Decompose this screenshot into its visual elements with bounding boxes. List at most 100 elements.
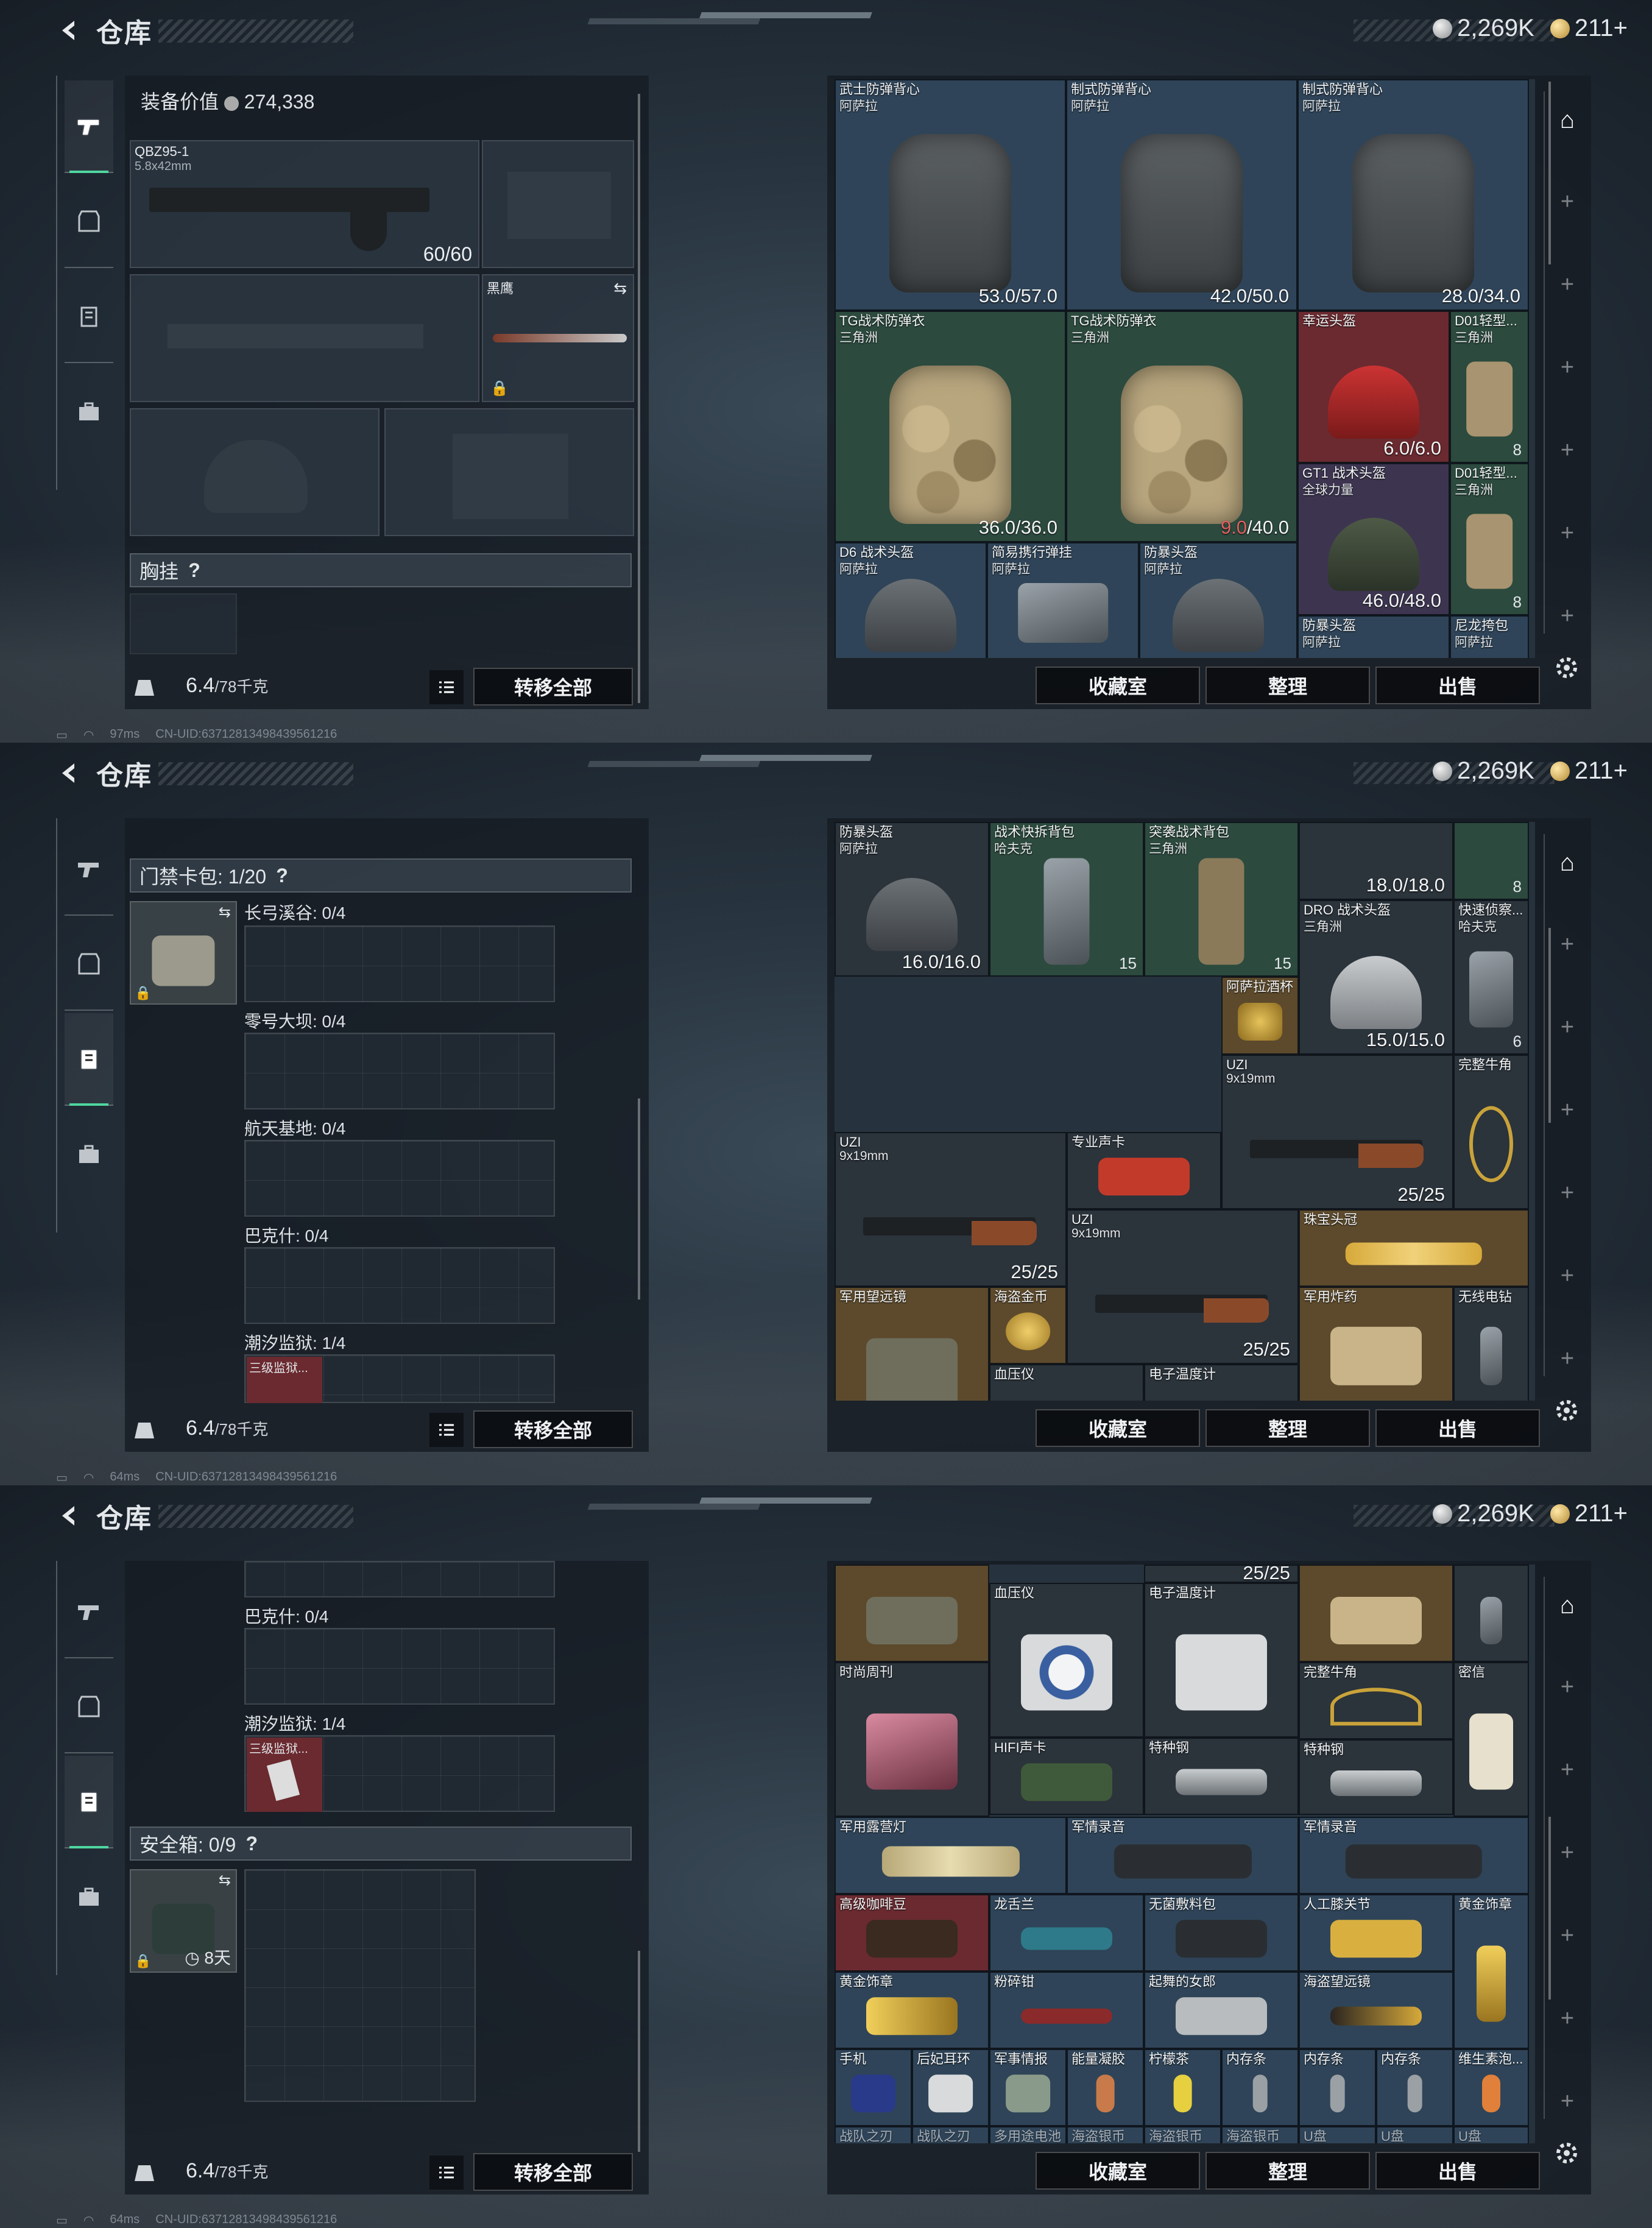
helmet-slot[interactable] — [130, 408, 379, 536]
help-icon[interactable]: ? — [241, 1833, 263, 1855]
swap-icon[interactable]: ⇆ — [219, 1872, 231, 1889]
sort-button[interactable]: 整理 — [1205, 2152, 1370, 2190]
item-cell[interactable]: 珠宝头冠 — [1299, 1209, 1529, 1287]
item-cell[interactable]: 密信 — [1453, 1662, 1529, 1817]
add-page-icon[interactable]: + — [1548, 266, 1586, 303]
item-cell[interactable]: DRO 战术头盔 三角洲 15.0/15.0 — [1299, 900, 1453, 1055]
secondary-weapon-slot[interactable] — [130, 274, 479, 402]
item-cell[interactable]: 军用望远镜 — [835, 1287, 989, 1401]
item-cell[interactable]: 特种钢 — [1144, 1738, 1299, 1815]
item-cell[interactable]: 海盗望远镜 — [1299, 1972, 1453, 2049]
item-cell[interactable]: 完整牛角 — [1453, 1055, 1529, 1209]
item-cell[interactable]: 8 — [1453, 822, 1529, 900]
item-cell[interactable]: 海盗银币 — [1144, 2126, 1221, 2143]
warehouse-home-icon[interactable]: ⌂ — [1548, 844, 1586, 882]
tab-backpack[interactable] — [65, 271, 113, 363]
add-page-icon[interactable]: + — [1548, 1834, 1586, 1872]
item-cell[interactable]: 军用炸药 — [1299, 1287, 1453, 1401]
item-cell[interactable] — [1299, 1565, 1453, 1662]
item-cell[interactable]: 时尚周刊 — [835, 1662, 989, 1817]
warehouse-home-icon[interactable]: ⌂ — [1548, 101, 1586, 139]
keycard-item[interactable]: 三级监狱... — [247, 1738, 322, 1812]
add-page-icon[interactable]: + — [1548, 2082, 1586, 2120]
transfer-all-button[interactable]: 转移全部 — [473, 2153, 633, 2191]
item-cell[interactable]: UZI 9x19mm 25/25 — [835, 1132, 1067, 1287]
melee-slot[interactable]: 黑鹰 ⇆ 🔒 — [482, 274, 634, 402]
keycard-grid[interactable]: 三级监狱... — [244, 1354, 555, 1403]
item-cell[interactable] — [1453, 1565, 1529, 1662]
add-page-icon[interactable]: + — [1548, 1668, 1586, 1706]
sell-button[interactable]: 出售 — [1375, 2152, 1540, 2190]
item-cell[interactable]: 无线电钻 — [1453, 1287, 1529, 1401]
add-page-icon[interactable]: + — [1548, 183, 1586, 221]
item-cell[interactable]: 完整牛角 — [1299, 1662, 1453, 1739]
transfer-all-button[interactable]: 转移全部 — [473, 668, 633, 706]
item-cell[interactable]: 电子温度计 — [1144, 1583, 1299, 1738]
item-cell[interactable]: 内存条 — [1376, 2049, 1453, 2126]
help-icon[interactable]: ? — [183, 559, 205, 582]
item-cell[interactable]: 后妃耳环 — [912, 2049, 989, 2126]
sell-button[interactable]: 出售 — [1375, 1409, 1540, 1447]
item-cell[interactable]: 海盗金币 — [989, 1287, 1067, 1364]
panel-scrollbar[interactable] — [638, 94, 640, 703]
list-view-button[interactable] — [429, 2156, 464, 2190]
item-cell[interactable]: 人工膝关节 — [1299, 1894, 1453, 1972]
settings-gear-icon[interactable] — [1552, 653, 1581, 682]
item-cell[interactable]: 战队之刃 — [835, 2126, 912, 2143]
item-cell[interactable]: 防暴头盔 阿萨拉 — [1297, 615, 1450, 658]
tab-case[interactable] — [65, 1851, 113, 1943]
item-cell[interactable]: 特种钢 — [1299, 1739, 1453, 1815]
item-cell[interactable]: 血压仪 — [989, 1364, 1144, 1401]
tab-backpack[interactable] — [65, 1013, 113, 1106]
pistol-slot[interactable] — [482, 140, 634, 268]
item-cell[interactable]: 防暴头盔 阿萨拉 — [1139, 542, 1297, 658]
item-cell[interactable]: 尼龙挎包 阿萨拉 — [1450, 615, 1529, 658]
item-cell[interactable]: 黄金饰章 — [1453, 1894, 1529, 2049]
item-cell[interactable]: U盘 — [1376, 2126, 1453, 2143]
tab-case[interactable] — [65, 366, 113, 458]
chest-rig-slot[interactable] — [130, 593, 237, 654]
safe-box-grid[interactable] — [244, 1869, 476, 2102]
add-page-icon[interactable]: + — [1548, 925, 1586, 963]
keycard-grid[interactable] — [244, 1140, 555, 1217]
tab-case[interactable] — [65, 1108, 113, 1201]
item-cell[interactable]: 防暴头盔 阿萨拉 16.0/16.0 — [835, 822, 989, 977]
tab-armor[interactable] — [65, 918, 113, 1011]
keycard-grid[interactable] — [244, 1628, 555, 1705]
item-cell[interactable]: 起舞的女郎 — [1144, 1972, 1299, 2049]
add-page-icon[interactable]: + — [1548, 1917, 1586, 1954]
gold-currency[interactable]: 211+ — [1550, 757, 1628, 785]
item-cell[interactable] — [835, 1565, 989, 1662]
back-arrow-icon[interactable] — [56, 1502, 83, 1529]
item-cell[interactable]: 粉碎钳 — [989, 1972, 1144, 2049]
item-cell[interactable]: D6 战术头盔 阿萨拉 — [835, 542, 987, 658]
sort-button[interactable]: 整理 — [1205, 1409, 1370, 1447]
add-page-icon[interactable]: + — [1548, 1340, 1586, 1377]
add-page-icon[interactable]: + — [1548, 1751, 1586, 1789]
item-cell[interactable]: GT1 战术头盔 全球力量 46.0/48.0 — [1297, 463, 1450, 615]
item-cell[interactable]: D01轻型... 三角洲 8 — [1450, 463, 1529, 615]
tab-weapons[interactable] — [65, 823, 113, 916]
sort-button[interactable]: 整理 — [1205, 667, 1370, 704]
item-cell[interactable]: 维生素泡... — [1453, 2049, 1529, 2126]
collection-button[interactable]: 收藏室 — [1036, 2152, 1200, 2190]
keycard-grid[interactable] — [244, 1561, 555, 1597]
tab-armor[interactable] — [65, 175, 113, 268]
list-view-button[interactable] — [429, 670, 464, 704]
item-cell[interactable]: U盘 — [1299, 2126, 1376, 2143]
item-cell[interactable]: 军用露营灯 — [835, 1817, 1067, 1894]
item-cell[interactable]: 军情录音 — [1067, 1817, 1299, 1894]
safe-box-slot[interactable]: ⇆ 🔒 ◷ 8天 — [130, 1869, 237, 1973]
item-cell[interactable]: 简易携行弹挂 阿萨拉 — [987, 542, 1139, 658]
item-cell[interactable]: 手机 — [835, 2049, 912, 2126]
item-cell[interactable]: 血压仪 — [989, 1583, 1144, 1738]
keycard-grid[interactable]: 三级监狱... — [244, 1735, 555, 1812]
item-cell[interactable]: 龙舌兰 — [989, 1894, 1144, 1972]
transfer-all-button[interactable]: 转移全部 — [473, 1410, 633, 1448]
collection-button[interactable]: 收藏室 — [1036, 667, 1200, 704]
swap-icon[interactable]: ⇆ — [219, 904, 231, 921]
item-cell[interactable]: 制式防弹背心 阿萨拉 42.0/50.0 — [1066, 79, 1297, 311]
keycard-grid[interactable] — [244, 1033, 555, 1109]
keycard-item[interactable]: 三级监狱... — [247, 1357, 322, 1403]
swap-icon[interactable]: ⇆ — [613, 279, 627, 298]
